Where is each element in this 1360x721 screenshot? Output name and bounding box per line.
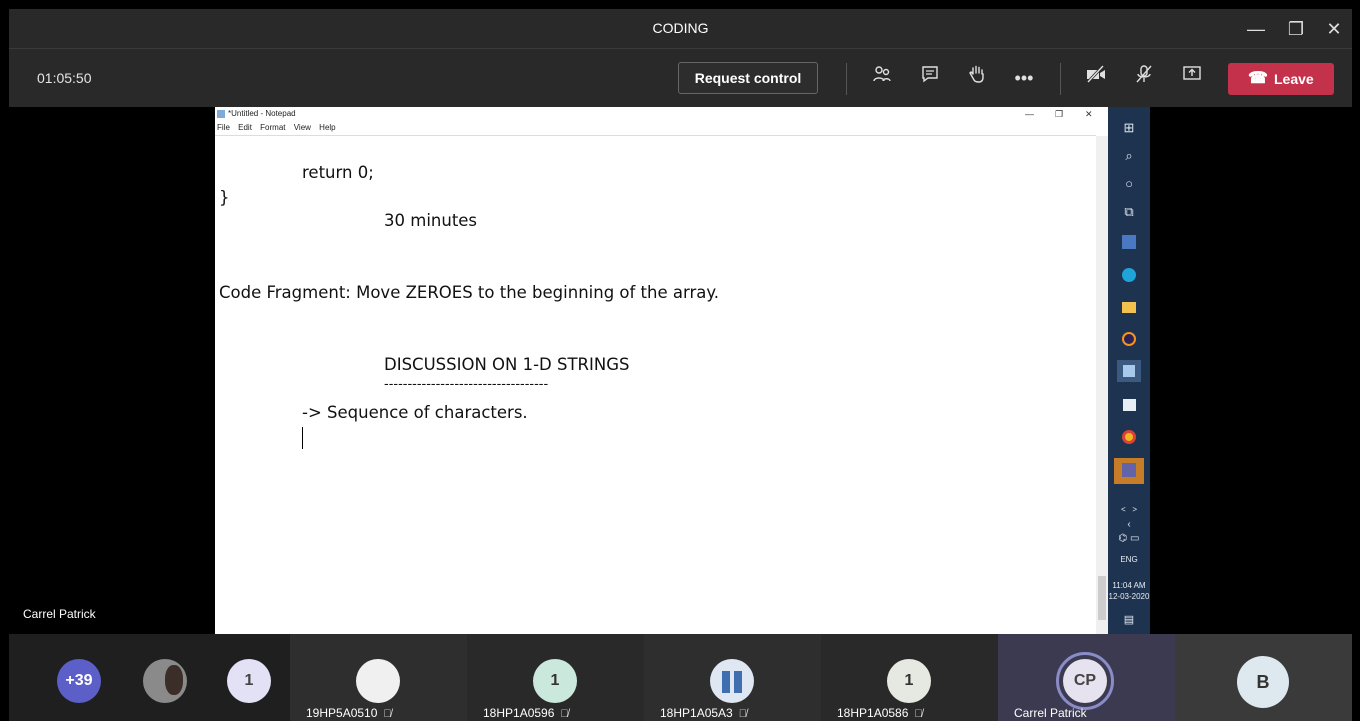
note-line: 30 minutes bbox=[384, 211, 478, 230]
window-title: CODING bbox=[652, 20, 709, 36]
text-caret bbox=[302, 427, 303, 449]
mic-off-icon: 🎙̸ bbox=[560, 708, 569, 720]
phone-hangup-icon: ☎ bbox=[1248, 70, 1268, 87]
avatar bbox=[143, 659, 187, 703]
camera-off-icon[interactable] bbox=[1082, 64, 1110, 92]
shared-screen: Carrel Patrick *Untitled - Notepad — ❐ ✕… bbox=[9, 107, 1352, 634]
taskbar-scroll-arrows[interactable]: < > bbox=[1108, 505, 1150, 514]
participant-tile[interactable]: 1 18HP1A0586 🎙̸ bbox=[821, 634, 998, 721]
participant-name: Carrel Patrick bbox=[1014, 706, 1087, 720]
clock-time[interactable]: 11:04 AM bbox=[1108, 581, 1150, 590]
share-screen-icon[interactable] bbox=[1178, 64, 1206, 92]
mic-off-icon[interactable] bbox=[1130, 64, 1158, 92]
participant-strip: +39 1 19HP5A0510 🎙̸ 1 18HP1A0596 🎙̸ 18HP1A… bbox=[9, 634, 1352, 721]
notepad-close-icon[interactable]: ✕ bbox=[1085, 109, 1093, 120]
presenter-name: Carrel Patrick bbox=[23, 607, 96, 621]
divider bbox=[846, 63, 847, 95]
notepad-title: *Untitled - Notepad bbox=[228, 109, 296, 118]
mic-off-icon: 🎙̸ bbox=[914, 708, 923, 720]
participant-name: 18HP1A0586 bbox=[837, 706, 909, 720]
leave-button[interactable]: ☎ Leave bbox=[1228, 63, 1334, 95]
leave-label: Leave bbox=[1274, 71, 1314, 87]
minimize-icon[interactable]: — bbox=[1238, 15, 1274, 43]
menu-edit[interactable]: Edit bbox=[238, 123, 252, 132]
participant-tile-active-speaker[interactable]: CP Carrel Patrick bbox=[998, 634, 1175, 721]
eclipse-icon[interactable] bbox=[1117, 328, 1141, 350]
participant-name: 18HP1A0596 bbox=[483, 706, 555, 720]
avatar: 1 bbox=[887, 659, 931, 703]
overflow-count[interactable]: +39 bbox=[57, 659, 101, 703]
windows-start-icon[interactable]: ⊞ bbox=[1117, 117, 1141, 139]
vertical-scrollbar[interactable] bbox=[1096, 136, 1108, 634]
cortana-icon[interactable]: ○ bbox=[1117, 173, 1141, 195]
code-line: } bbox=[219, 188, 230, 207]
scrollbar-thumb[interactable] bbox=[1098, 576, 1106, 620]
participant-tile[interactable]: 18HP1A05A3 🎙̸ bbox=[644, 634, 821, 721]
participant-tile[interactable]: 1 18HP1A0596 🎙̸ bbox=[467, 634, 644, 721]
notification-icon[interactable]: ▤ bbox=[1108, 613, 1150, 626]
store-icon[interactable] bbox=[1117, 394, 1141, 416]
note-line: -> Sequence of characters. bbox=[302, 403, 528, 422]
search-icon[interactable]: ⌕ bbox=[1117, 145, 1141, 167]
mic-off-icon: 🎙̸ bbox=[383, 708, 392, 720]
more-icon[interactable]: ••• bbox=[1010, 64, 1038, 92]
notepad-restore-icon[interactable]: ❐ bbox=[1055, 109, 1063, 120]
clock-date[interactable]: 12-03-2020 bbox=[1108, 592, 1150, 601]
menu-format[interactable]: Format bbox=[260, 123, 285, 132]
divider bbox=[215, 135, 1096, 136]
participant-overflow-group: +39 1 bbox=[9, 634, 290, 721]
title-bar: CODING — ❐ ✕ bbox=[9, 9, 1352, 49]
participant-tile[interactable]: B bbox=[1175, 634, 1352, 721]
chat-icon[interactable] bbox=[916, 64, 944, 92]
menu-file[interactable]: File bbox=[217, 123, 230, 132]
avatar bbox=[356, 659, 400, 703]
teams-taskbar-icon[interactable] bbox=[1114, 458, 1144, 484]
menu-help[interactable]: Help bbox=[319, 123, 335, 132]
notepad-taskbar-icon[interactable] bbox=[1117, 360, 1141, 382]
file-explorer-icon[interactable] bbox=[1117, 296, 1141, 318]
restore-icon[interactable]: ❐ bbox=[1278, 15, 1314, 43]
word-icon[interactable] bbox=[1117, 231, 1141, 253]
participants-icon[interactable] bbox=[868, 64, 896, 92]
meeting-toolbar: 01:05:50 Request control ••• ☎ Leave bbox=[9, 49, 1352, 107]
raise-hand-icon[interactable] bbox=[963, 64, 991, 92]
request-control-button[interactable]: Request control bbox=[678, 62, 818, 94]
notepad-window: *Untitled - Notepad — ❐ ✕ File Edit Form… bbox=[215, 107, 1108, 634]
divider bbox=[1060, 63, 1061, 95]
task-view-icon[interactable]: ⧉ bbox=[1117, 201, 1141, 223]
avatar bbox=[710, 659, 754, 703]
windows-taskbar: ⊞ ⌕ ○ ⧉ < > ‹ ⌬ ▭ ENG 11:04 AM 12-03-202… bbox=[1108, 107, 1150, 634]
participant-name: 18HP1A05A3 bbox=[660, 706, 733, 720]
underline-line: ----------------------------------- bbox=[384, 377, 549, 392]
heading-line: DISCUSSION ON 1-D STRINGS bbox=[384, 355, 630, 374]
avatar: 1 bbox=[227, 659, 271, 703]
mic-off-icon: 🎙̸ bbox=[738, 708, 747, 720]
chevron-up-icon[interactable]: ‹ bbox=[1108, 519, 1150, 530]
participant-name: 19HP5A0510 bbox=[306, 706, 378, 720]
notepad-titlebar: *Untitled - Notepad — ❐ ✕ bbox=[215, 109, 1108, 121]
chrome-icon[interactable] bbox=[1117, 426, 1141, 448]
network-icon[interactable]: ⌬ ▭ bbox=[1108, 533, 1150, 544]
language-indicator[interactable]: ENG bbox=[1108, 555, 1150, 564]
code-line: return 0; bbox=[302, 163, 374, 182]
avatar: CP bbox=[1063, 659, 1107, 703]
participant-tile[interactable]: 19HP5A0510 🎙̸ bbox=[290, 634, 467, 721]
notepad-icon bbox=[217, 110, 225, 118]
meeting-timer: 01:05:50 bbox=[37, 70, 92, 86]
close-icon[interactable]: ✕ bbox=[1316, 15, 1352, 43]
edge-icon[interactable] bbox=[1117, 264, 1141, 286]
avatar: 1 bbox=[533, 659, 577, 703]
avatar: B bbox=[1237, 656, 1289, 708]
menu-view[interactable]: View bbox=[294, 123, 311, 132]
notepad-menubar: File Edit Format View Help bbox=[217, 123, 342, 132]
teams-window: CODING — ❐ ✕ 01:05:50 Request control ••… bbox=[9, 9, 1352, 721]
note-line: Code Fragment: Move ZEROES to the beginn… bbox=[219, 283, 720, 302]
notepad-minimize-icon[interactable]: — bbox=[1025, 109, 1034, 119]
